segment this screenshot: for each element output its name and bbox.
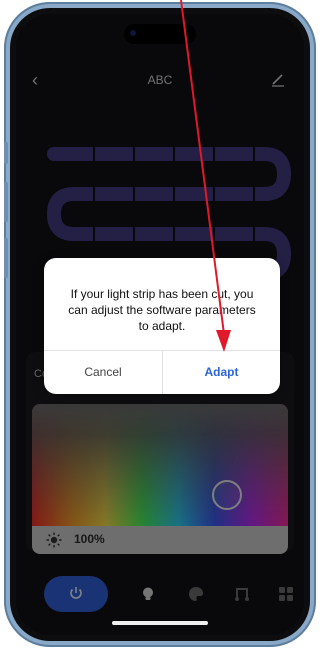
home-indicator[interactable] — [112, 621, 208, 625]
side-button-volume-up — [4, 182, 8, 222]
side-button-mute — [4, 142, 8, 164]
side-button-volume-down — [4, 238, 8, 278]
cancel-button[interactable]: Cancel — [44, 350, 162, 394]
adapt-dialog: If your light strip has been cut, you ca… — [44, 258, 280, 394]
adapt-button[interactable]: Adapt — [163, 350, 280, 394]
dialog-message: If your light strip has been cut, you ca… — [68, 287, 256, 333]
